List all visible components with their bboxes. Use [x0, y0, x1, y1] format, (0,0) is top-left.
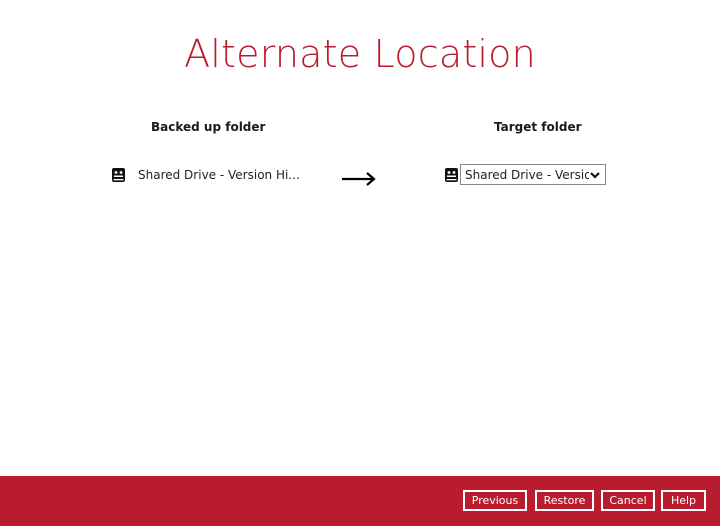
source-folder-label: Shared Drive - Version Hi...	[138, 168, 300, 182]
restore-button[interactable]: Restore	[535, 490, 594, 511]
shared-drive-icon	[112, 168, 125, 182]
cancel-button[interactable]: Cancel	[601, 490, 655, 511]
target-folder-header: Target folder	[494, 120, 582, 134]
chevron-down-icon	[590, 172, 600, 179]
target-folder-select[interactable]: Shared Drive - Version ...	[460, 164, 606, 185]
right-arrow-icon	[342, 172, 376, 186]
help-button[interactable]: Help	[661, 490, 706, 511]
footer-bar: Previous Restore Cancel Help	[0, 476, 720, 526]
page-title: Alternate Location	[184, 32, 536, 76]
backed-up-folder-header: Backed up folder	[151, 120, 266, 134]
target-folder-value: Shared Drive - Version ...	[465, 168, 589, 182]
previous-button[interactable]: Previous	[463, 490, 527, 511]
shared-drive-icon	[445, 168, 458, 182]
